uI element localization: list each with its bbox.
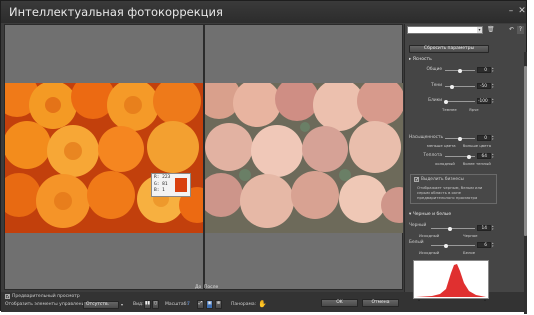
ok-button[interactable]: OK (321, 299, 358, 307)
shadows-spinner[interactable]: ▴ ▾ (492, 83, 495, 89)
overall-spinner[interactable]: ▴ ▾ (492, 67, 495, 73)
zoom-actual-icon[interactable]: ▣ (206, 300, 213, 309)
saturation-label: Насыщенность (409, 135, 443, 140)
readout-swatch (175, 178, 187, 192)
warmth-sub-right: более теплый (463, 161, 491, 166)
show-controls-value: Отсутств. (86, 302, 110, 307)
white-value[interactable]: 6 (477, 242, 491, 248)
pan-label: Панорама: (231, 302, 257, 307)
zoom-fit-icon[interactable]: ⤢ (197, 300, 204, 309)
black-sub-right: Черное (463, 233, 478, 238)
chevron-down-icon[interactable]: ▾ (477, 27, 482, 33)
shadows-slider-knob[interactable] (450, 84, 454, 89)
white-sub-right: Белое (463, 250, 476, 255)
after-label: После (204, 285, 219, 290)
histogram: ▴ ▴ (413, 260, 489, 302)
black-value[interactable]: 14 (477, 225, 491, 231)
minimize-button[interactable]: – (506, 6, 516, 16)
clarity-title: Ясность (412, 57, 432, 62)
preview-checkbox[interactable]: ✓ (5, 294, 10, 300)
warmth-label: Теплота (423, 153, 442, 158)
white-label: Белый (409, 240, 424, 245)
view-single-icon[interactable]: ▯ (152, 300, 159, 309)
saturation-sub-right: больше цвета (463, 143, 492, 148)
saturation-spinner[interactable]: ▴ ▾ (492, 135, 495, 141)
clarity-sub-right: Ярче (469, 107, 479, 112)
highlights-value[interactable]: -100 (477, 98, 491, 104)
clipping-info-box: ✓ Выделить бизнесы Отображает черным, бе… (410, 174, 497, 204)
black-white-title: Черные и белые (412, 212, 452, 217)
white-sub-left: Исходный (419, 250, 440, 255)
clarity-section-header[interactable]: ▸ Ясность (409, 57, 432, 62)
warmth-value[interactable]: 64 (477, 153, 491, 159)
highlights-spinner[interactable]: ▴ ▾ (492, 98, 495, 104)
highlights-label: Блики (428, 98, 442, 103)
shadows-value[interactable]: -50 (477, 83, 491, 89)
black-spinner[interactable]: ▴ ▾ (492, 225, 495, 231)
zoom-value[interactable]: 7 (187, 302, 190, 307)
zoom-label: Масштаб: (165, 302, 188, 307)
overall-value[interactable]: 0 (477, 67, 491, 73)
preview-checkbox-label: Предварительный просмотр (12, 294, 80, 299)
hand-icon[interactable]: ✋ (258, 300, 267, 308)
preview-area: R: 223 G: 81 B: 1 (4, 24, 403, 290)
color-readout-box: R: 223 G: 81 B: 1 (151, 173, 191, 197)
undo-icon[interactable]: ↶ (509, 26, 514, 34)
smart-photo-fix-window: Интеллектуальная фотокоррекция – ✕ R: 22… (0, 0, 527, 314)
histogram-graph (416, 264, 486, 297)
scrollbar-thumb[interactable] (524, 66, 527, 236)
preset-dropdown[interactable]: ▾ (407, 26, 483, 34)
view-label: Вид: (133, 302, 144, 307)
clipping-info-text: Отображает черным, белым или серым облас… (417, 185, 483, 200)
clarity-sub-left: Темнее (442, 107, 457, 112)
saturation-value[interactable]: 0 (477, 135, 491, 141)
black-slider-knob[interactable] (448, 226, 452, 231)
title-bar: Интеллектуальная фотокоррекция – ✕ (1, 1, 526, 23)
save-preset-icon[interactable]: 🗑 (487, 26, 495, 34)
black-sub-left: Исходный (419, 233, 440, 238)
panel-scrollbar[interactable] (524, 52, 527, 314)
saturation-slider-knob[interactable] (458, 136, 462, 141)
help-icon[interactable]: ? (517, 26, 524, 34)
shadows-label: Тени (431, 83, 442, 88)
show-controls-select[interactable]: Отсутств. (83, 301, 119, 309)
saturation-sub-left: меньше цвета (427, 143, 456, 148)
window-title: Интеллектуальная фотокоррекция (9, 5, 223, 19)
overall-label: Общие (426, 67, 442, 72)
clipping-label: Выделить бизнесы (421, 177, 464, 182)
before-label: До (195, 285, 202, 290)
show-controls-label: Отобразить элементы управления: (5, 302, 89, 307)
overall-slider-knob[interactable] (458, 68, 462, 73)
cancel-button[interactable]: Отмена (362, 299, 399, 307)
close-button[interactable]: ✕ (517, 6, 527, 16)
highlights-slider-knob[interactable] (444, 99, 448, 104)
warmth-sub-left: холодный (435, 161, 455, 166)
white-spinner[interactable]: ▴ ▾ (492, 242, 495, 248)
before-photo[interactable] (5, 83, 203, 233)
warmth-slider-knob[interactable] (467, 154, 471, 159)
reset-settings-button[interactable]: Сбросить параметры (409, 45, 489, 53)
histogram-black-marker[interactable]: ▴ (418, 297, 420, 302)
after-photo[interactable] (205, 83, 403, 233)
highlights-slider[interactable] (445, 101, 475, 102)
black-label: Черный (409, 223, 427, 228)
white-slider-knob[interactable] (444, 243, 448, 248)
white-slider[interactable] (431, 245, 475, 246)
black-slider[interactable] (431, 228, 475, 229)
settings-panel: ▾ 🗑 ↶ ? Сбросить параметры ▸ Ясность Общ… (404, 24, 527, 314)
clipping-checkbox[interactable]: ✓ (414, 177, 419, 183)
warmth-spinner[interactable]: ▴ ▾ (492, 153, 495, 159)
zoom-in-icon[interactable]: ⊕ (215, 300, 222, 309)
view-split-icon[interactable]: ▮▮ (144, 300, 151, 309)
histogram-white-marker[interactable]: ▴ (484, 297, 486, 302)
chevron-down-icon[interactable]: ▾ (121, 302, 123, 307)
black-white-section-header[interactable]: ▾ Черные и белые (409, 212, 451, 217)
